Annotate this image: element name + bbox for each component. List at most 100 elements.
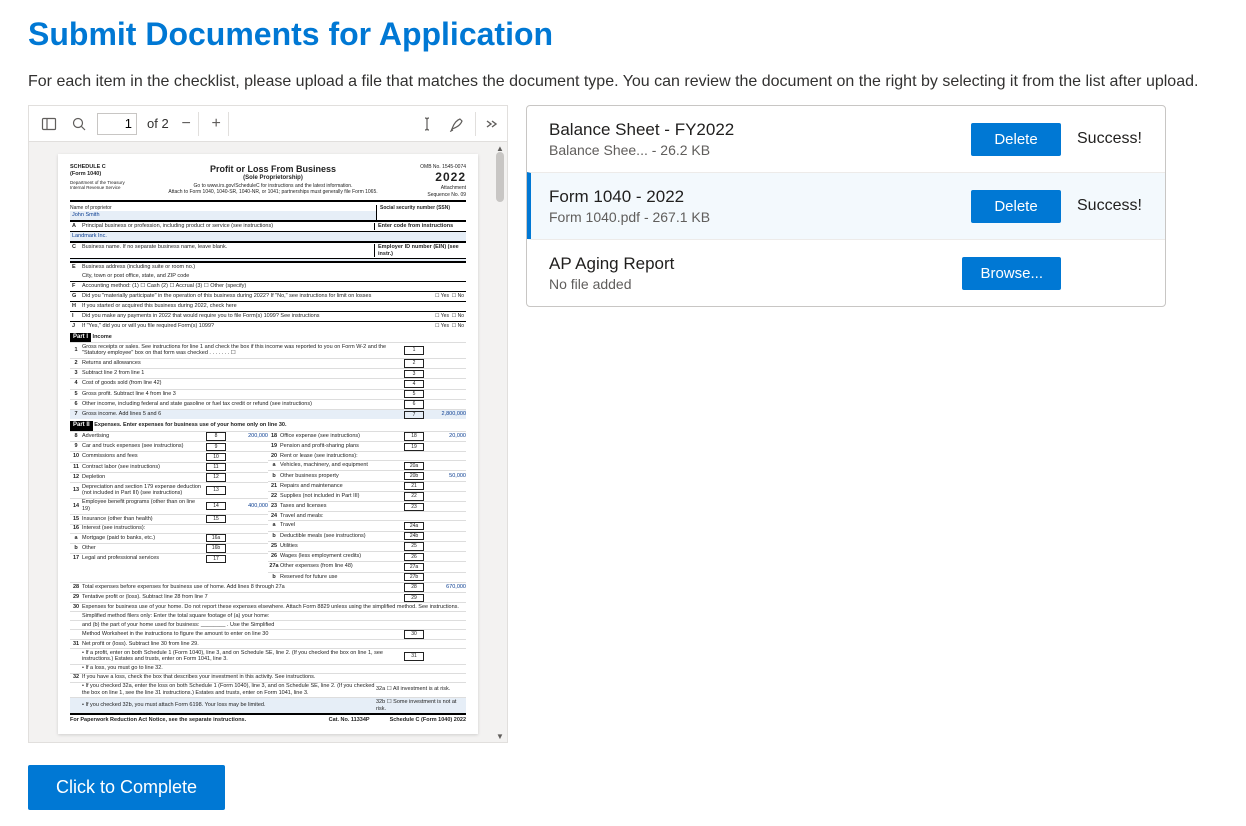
l16: Interest (see instructions): bbox=[82, 525, 268, 532]
l24: Travel and meals: bbox=[280, 513, 466, 520]
l25: Utilities bbox=[280, 543, 402, 550]
checklist-item-status: Success! bbox=[1077, 197, 1147, 215]
l15: Insurance (other than health) bbox=[82, 516, 204, 523]
l21: Repairs and maintenance bbox=[280, 483, 402, 490]
paperwork: For Paperwork Reduction Act Notice, see … bbox=[70, 717, 329, 724]
l29: Tentative profit or (loss). Subtract lin… bbox=[82, 594, 402, 601]
delete-button[interactable]: Delete bbox=[971, 123, 1061, 156]
l10: Commissions and fees bbox=[82, 453, 204, 460]
line7-amt: 2,800,000 bbox=[426, 411, 466, 418]
line4: Cost of goods sold (from line 42) bbox=[82, 380, 402, 387]
l16b: Other bbox=[82, 545, 204, 552]
more-chevron-icon[interactable] bbox=[475, 112, 499, 136]
l32a-chk: 32a ☐ All investment is at risk. bbox=[376, 686, 466, 693]
page-count-label: of 2 bbox=[143, 116, 169, 131]
l17: Legal and professional services bbox=[82, 555, 204, 562]
line3: Subtract line 2 from line 1 bbox=[82, 370, 402, 377]
line-e2: City, town or post office, state, and ZI… bbox=[82, 273, 189, 280]
l30: Expenses for business use of your home. … bbox=[82, 604, 466, 611]
l28-amt: 670,000 bbox=[426, 584, 466, 591]
l30e: Method Worksheet in the instructions to … bbox=[82, 631, 402, 638]
l30d: . Use the Simplified bbox=[227, 622, 274, 628]
l26: Wages (less employment credits) bbox=[280, 553, 402, 560]
line-a-value: Landmark Inc. bbox=[70, 231, 466, 242]
l8-amt: 200,000 bbox=[228, 433, 268, 440]
l20a: Vehicles, machinery, and equipment bbox=[280, 462, 402, 469]
l31: Net profit or (loss). Subtract line 30 f… bbox=[82, 641, 466, 648]
checklist-item-title: AP Aging Report bbox=[549, 254, 946, 274]
l32: If you have a loss, check the box that d… bbox=[82, 674, 466, 681]
text-cursor-icon[interactable] bbox=[415, 112, 439, 136]
l31b: • If a profit, enter on both Schedule 1 … bbox=[82, 650, 402, 664]
l18: Office expense (see instructions) bbox=[280, 433, 402, 440]
l20b: Other business property bbox=[280, 473, 402, 480]
zoom-out-button[interactable]: − bbox=[175, 112, 199, 136]
l32c: • If you checked 32b, you must attach Fo… bbox=[82, 702, 376, 709]
l16a: Mortgage (paid to banks, etc.) bbox=[82, 535, 204, 542]
line-j: If "Yes," did you or will you file requi… bbox=[82, 323, 435, 330]
draw-icon[interactable] bbox=[445, 112, 469, 136]
checklist-item[interactable]: AP Aging Report No file added Browse... bbox=[527, 239, 1165, 306]
scroll-thumb[interactable] bbox=[496, 152, 504, 202]
pdf-page-1: SCHEDULE C (Form 1040) Department of the… bbox=[58, 154, 478, 734]
l19: Pension and profit-sharing plans bbox=[280, 443, 402, 450]
page-number-input[interactable] bbox=[97, 113, 137, 135]
l30b: Simplified method filers only: Enter the… bbox=[82, 613, 466, 620]
complete-button[interactable]: Click to Complete bbox=[28, 765, 225, 810]
part2-title: Expenses. Enter expenses for business us… bbox=[94, 422, 286, 428]
part2-bar: Part II bbox=[70, 421, 93, 431]
l31c: • If a loss, you must go to line 32. bbox=[82, 665, 466, 672]
checklist-item[interactable]: Balance Sheet - FY2022 Balance Shee... -… bbox=[527, 106, 1165, 172]
irs-label: Internal Revenue Service bbox=[70, 185, 140, 191]
form-label: (Form 1040) bbox=[70, 171, 140, 178]
line-i: Did you make any payments in 2022 that w… bbox=[82, 313, 435, 320]
zoom-in-button[interactable]: + bbox=[205, 112, 229, 136]
scroll-down-icon[interactable]: ▼ bbox=[496, 732, 504, 740]
line5: Gross profit. Subtract line 4 from line … bbox=[82, 391, 402, 398]
pdf-body[interactable]: SCHEDULE C (Form 1040) Department of the… bbox=[29, 142, 507, 742]
l23: Taxes and licenses bbox=[280, 503, 402, 510]
browse...-button[interactable]: Browse... bbox=[962, 257, 1061, 290]
checklist-item[interactable]: Form 1040 - 2022 Form 1040.pdf - 267.1 K… bbox=[527, 172, 1165, 239]
pdf-scrollbar[interactable]: ▲ ▼ bbox=[493, 142, 507, 742]
l27b: Reserved for future use bbox=[280, 574, 402, 581]
ssn-label: Social security number (SSN) bbox=[380, 205, 466, 211]
checklist-item-sub: Balance Shee... - 26.2 KB bbox=[549, 142, 955, 158]
l8: Advertising bbox=[82, 433, 204, 440]
form-title: Profit or Loss From Business bbox=[140, 164, 406, 175]
scroll-up-icon[interactable]: ▲ bbox=[496, 144, 504, 152]
l12: Depletion bbox=[82, 474, 204, 481]
line-g: Did you "materially participate" in the … bbox=[82, 293, 435, 300]
checklist-item-title: Form 1040 - 2022 bbox=[549, 187, 955, 207]
line-f: Accounting method: (1) ☐ Cash (2) ☐ Accr… bbox=[82, 283, 246, 290]
l27a: Other expenses (from line 48) bbox=[280, 563, 402, 570]
panel-toggle-icon[interactable] bbox=[37, 112, 61, 136]
l30c: and (b) the part of your home used for b… bbox=[82, 622, 199, 628]
form-year: 2022 bbox=[406, 170, 466, 185]
form-attach: Attach to Form 1040, 1040-SR, 1040-NR, o… bbox=[140, 189, 406, 195]
checklist-item-sub: Form 1040.pdf - 267.1 KB bbox=[549, 209, 955, 225]
l32b-chk: 32b ☐ Some investment is not at risk. bbox=[376, 699, 466, 713]
line-d: Employer ID number (EIN) (see instr.) bbox=[374, 244, 464, 258]
line-e: Business address (including suite or roo… bbox=[82, 264, 195, 271]
delete-button[interactable]: Delete bbox=[971, 190, 1061, 223]
l20b-amt: 50,000 bbox=[426, 473, 466, 480]
l18-amt: 20,000 bbox=[426, 433, 466, 440]
l22: Supplies (not included in Part III) bbox=[280, 493, 402, 500]
proprietor-value: John Smith bbox=[70, 211, 376, 220]
l11: Contract labor (see instructions) bbox=[82, 464, 204, 471]
line6: Other income, including federal and stat… bbox=[82, 401, 402, 408]
search-icon[interactable] bbox=[67, 112, 91, 136]
l13: Depreciation and section 179 expense ded… bbox=[82, 484, 204, 498]
pdf-viewer: of 2 − + SCHEDULE C (Form 1040) Departm bbox=[28, 105, 508, 743]
part1-bar: Part I bbox=[70, 333, 91, 343]
form-subtitle: (Sole Proprietorship) bbox=[140, 175, 406, 183]
l14-amt: 400,000 bbox=[228, 503, 268, 510]
l32b: • If you checked 32a, enter the loss on … bbox=[82, 683, 376, 697]
line2: Returns and allowances bbox=[82, 360, 402, 367]
catno: Cat. No. 11334P bbox=[329, 717, 370, 724]
line1: Gross receipts or sales. See instruction… bbox=[82, 344, 402, 358]
line-c: Business name. If no separate business n… bbox=[82, 244, 374, 258]
pdf-toolbar: of 2 − + bbox=[29, 106, 507, 142]
l9: Car and truck expenses (see instructions… bbox=[82, 443, 204, 450]
